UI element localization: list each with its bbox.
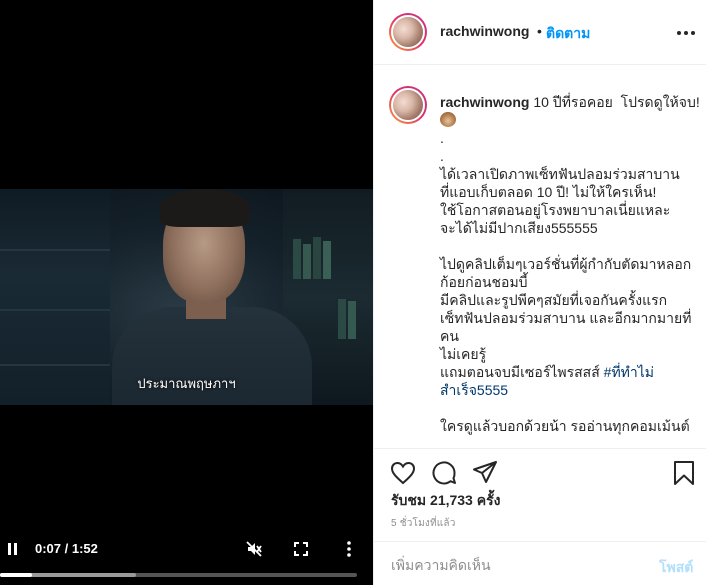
video-player[interactable]: ประมาณพฤษภาฯ 0:07 / 1:52 — [0, 0, 373, 585]
video-progress-bar[interactable] — [0, 573, 357, 577]
bookmark-icon[interactable] — [670, 459, 698, 487]
video-progress-played — [0, 573, 33, 577]
more-options-button[interactable] — [674, 22, 698, 44]
header-username[interactable]: rachwinwong — [440, 23, 529, 39]
avatar[interactable] — [389, 13, 427, 51]
post-actions — [374, 448, 706, 492]
caption-username[interactable]: rachwinwong — [440, 94, 529, 110]
more-icon — [677, 31, 681, 35]
video-subtitle: ประมาณพฤษภาฯ — [137, 376, 236, 391]
post-header: rachwinwong • ติดตาม — [374, 0, 706, 65]
caption-first-line: 10 ปีที่รอคอย โปรดดูให้จบ! — [529, 94, 704, 110]
see-no-evil-monkey-icon — [440, 112, 456, 127]
post-caption: rachwinwong 10 ปีที่รอคอย โปรดดูให้จบ! .… — [440, 93, 700, 435]
mute-button[interactable] — [243, 536, 265, 562]
video-controls: 0:07 / 1:52 — [0, 536, 373, 566]
post-side-panel: rachwinwong • ติดตาม rachwinwong 10 ปีที… — [373, 0, 706, 585]
comment-icon[interactable] — [430, 459, 458, 487]
caption-avatar[interactable] — [389, 86, 427, 124]
post-time: 5 ชั่วโมงที่แล้ว — [391, 518, 456, 529]
video-more-button[interactable] — [338, 536, 360, 562]
muted-speaker-icon — [246, 541, 262, 557]
separator-dot: • — [537, 23, 542, 39]
view-count[interactable]: รับชม 21,733 ครั้ง — [391, 490, 500, 512]
fullscreen-icon — [294, 542, 308, 556]
video-time: 0:07 / 1:52 — [35, 541, 98, 556]
caption-body: . . ได้เวลาเปิดภาพเซ็ทฟันปลอมร่วมสาบาน ท… — [440, 130, 692, 380]
add-comment-bar: โพสต์ — [374, 541, 706, 585]
person-hair — [160, 189, 250, 227]
caption-end: ใครดูแล้วบอกด้วยน้า รออ่านทุกคอมเม้นต์ — [440, 418, 690, 434]
vertical-dots-icon — [347, 541, 351, 557]
heart-icon[interactable] — [389, 459, 417, 487]
comments-area[interactable]: rachwinwong 10 ปีที่รอคอย โปรดดูให้จบ! .… — [374, 66, 706, 448]
pause-button[interactable] — [2, 536, 24, 562]
video-frame[interactable]: ประมาณพฤษภาฯ — [0, 189, 373, 405]
fullscreen-button[interactable] — [290, 536, 312, 562]
follow-button[interactable]: ติดตาม — [546, 23, 590, 45]
post-comment-button[interactable]: โพสต์ — [659, 557, 693, 579]
comment-input[interactable] — [391, 554, 631, 576]
share-icon[interactable] — [471, 459, 499, 487]
pause-icon — [8, 543, 17, 555]
